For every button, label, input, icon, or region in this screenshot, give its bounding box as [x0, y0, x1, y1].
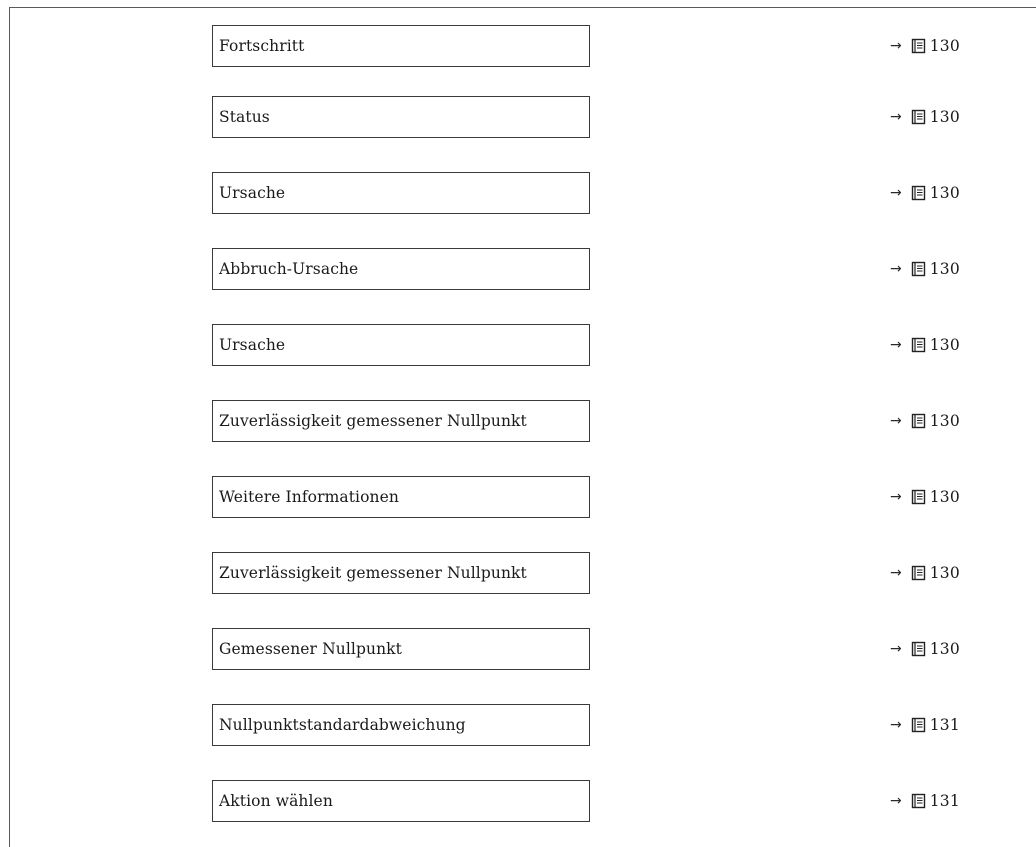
parameter-box[interactable]: Abbruch-Ursache [212, 248, 590, 290]
book-icon [911, 38, 925, 54]
book-icon [911, 109, 925, 125]
parameter-label: Status [219, 108, 270, 126]
parameter-label: Gemessener Nullpunkt [219, 640, 402, 658]
page-reference[interactable]: → 130 [890, 552, 1020, 594]
page-reference[interactable]: → 130 [890, 324, 1020, 366]
parameter-label: Aktion wählen [219, 792, 333, 810]
parameter-row: Weitere Informationen → 130 [0, 476, 1036, 518]
book-icon [911, 641, 925, 657]
page-number: 131 [929, 716, 960, 734]
arrow-right-icon: → [890, 413, 902, 429]
parameter-row: Nullpunktstandardabweichung → 131 [0, 704, 1036, 746]
book-icon [911, 565, 925, 581]
parameter-row: Zuverlässigkeit gemessener Nullpunkt → 1… [0, 552, 1036, 594]
page-number: 130 [929, 640, 960, 658]
page-reference[interactable]: → 131 [890, 780, 1020, 822]
parameter-label: Ursache [219, 184, 286, 202]
parameter-row: Ursache → 130 [0, 324, 1036, 366]
arrow-right-icon: → [890, 337, 902, 353]
arrow-right-icon: → [890, 261, 902, 277]
parameter-box[interactable]: Status [212, 96, 590, 138]
parameter-box[interactable]: Zuverlässigkeit gemessener Nullpunkt [212, 552, 590, 594]
arrow-right-icon: → [890, 109, 902, 125]
parameter-row: Abbruch-Ursache → 130 [0, 248, 1036, 290]
parameter-box[interactable]: Zuverlässigkeit gemessener Nullpunkt [212, 400, 590, 442]
parameter-label: Zuverlässigkeit gemessener Nullpunkt [219, 564, 527, 582]
page-reference[interactable]: → 130 [890, 476, 1020, 518]
parameter-box[interactable]: Weitere Informationen [212, 476, 590, 518]
book-icon [911, 717, 925, 733]
arrow-right-icon: → [890, 38, 902, 54]
parameter-row: Status → 130 [0, 96, 1036, 138]
book-icon [911, 489, 925, 505]
parameter-row: Ursache → 130 [0, 172, 1036, 214]
arrow-right-icon: → [890, 185, 902, 201]
arrow-right-icon: → [890, 641, 902, 657]
parameter-row: Fortschritt → 130 [0, 25, 1036, 67]
parameter-box[interactable]: Ursache [212, 324, 590, 366]
parameter-label: Nullpunktstandardabweichung [219, 716, 466, 734]
page-reference[interactable]: → 130 [890, 400, 1020, 442]
parameter-row: Zuverlässigkeit gemessener Nullpunkt → 1… [0, 400, 1036, 442]
parameter-label: Abbruch-Ursache [219, 260, 359, 278]
page-reference[interactable]: → 131 [890, 704, 1020, 746]
page-number: 130 [929, 260, 960, 278]
parameter-box[interactable]: Aktion wählen [212, 780, 590, 822]
parameter-box[interactable]: Fortschritt [212, 25, 590, 67]
arrow-right-icon: → [890, 793, 902, 809]
arrow-right-icon: → [890, 489, 902, 505]
parameter-box[interactable]: Ursache [212, 172, 590, 214]
page-number: 130 [929, 108, 960, 126]
parameter-row: Gemessener Nullpunkt → 130 [0, 628, 1036, 670]
page-reference[interactable]: → 130 [890, 25, 1020, 67]
parameter-label: Zuverlässigkeit gemessener Nullpunkt [219, 412, 527, 430]
page-reference[interactable]: → 130 [890, 628, 1020, 670]
parameter-row: Aktion wählen → 131 [0, 780, 1036, 822]
page-reference[interactable]: → 130 [890, 172, 1020, 214]
page-number: 131 [929, 792, 960, 810]
book-icon [911, 793, 925, 809]
page-number: 130 [929, 564, 960, 582]
arrow-right-icon: → [890, 717, 902, 733]
parameter-label: Fortschritt [219, 37, 305, 55]
book-icon [911, 413, 925, 429]
page-reference[interactable]: → 130 [890, 248, 1020, 290]
page-number: 130 [929, 488, 960, 506]
page-number: 130 [929, 412, 960, 430]
page-number: 130 [929, 184, 960, 202]
parameter-box[interactable]: Gemessener Nullpunkt [212, 628, 590, 670]
book-icon [911, 261, 925, 277]
page-reference[interactable]: → 130 [890, 96, 1020, 138]
arrow-right-icon: → [890, 565, 902, 581]
page-number: 130 [929, 37, 960, 55]
page-number: 130 [929, 336, 960, 354]
parameter-box[interactable]: Nullpunktstandardabweichung [212, 704, 590, 746]
book-icon [911, 337, 925, 353]
book-icon [911, 185, 925, 201]
parameter-label: Weitere Informationen [219, 488, 399, 506]
parameter-label: Ursache [219, 336, 286, 354]
